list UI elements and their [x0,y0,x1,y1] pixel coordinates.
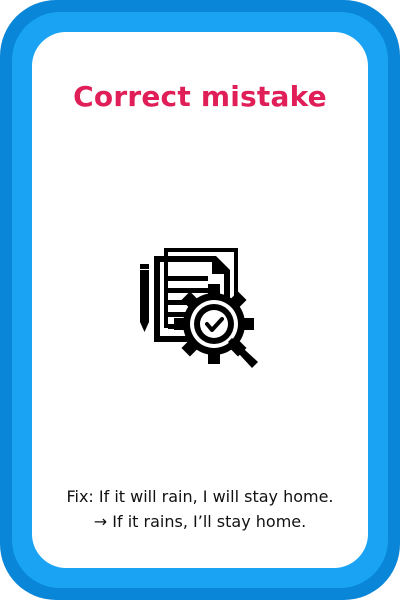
magnifier-icon [194,304,258,368]
caption-mistake: Fix: If it will rain, I will stay home. [66,487,334,506]
card-caption: Fix: If it will rain, I will stay home. … [0,484,400,534]
card-title: Correct mistake [73,80,327,113]
pencil-icon [140,264,149,332]
document-gear-magnifier-check-icon [138,244,262,368]
caption-correction: → If it rains, I’ll stay home. [93,512,307,531]
